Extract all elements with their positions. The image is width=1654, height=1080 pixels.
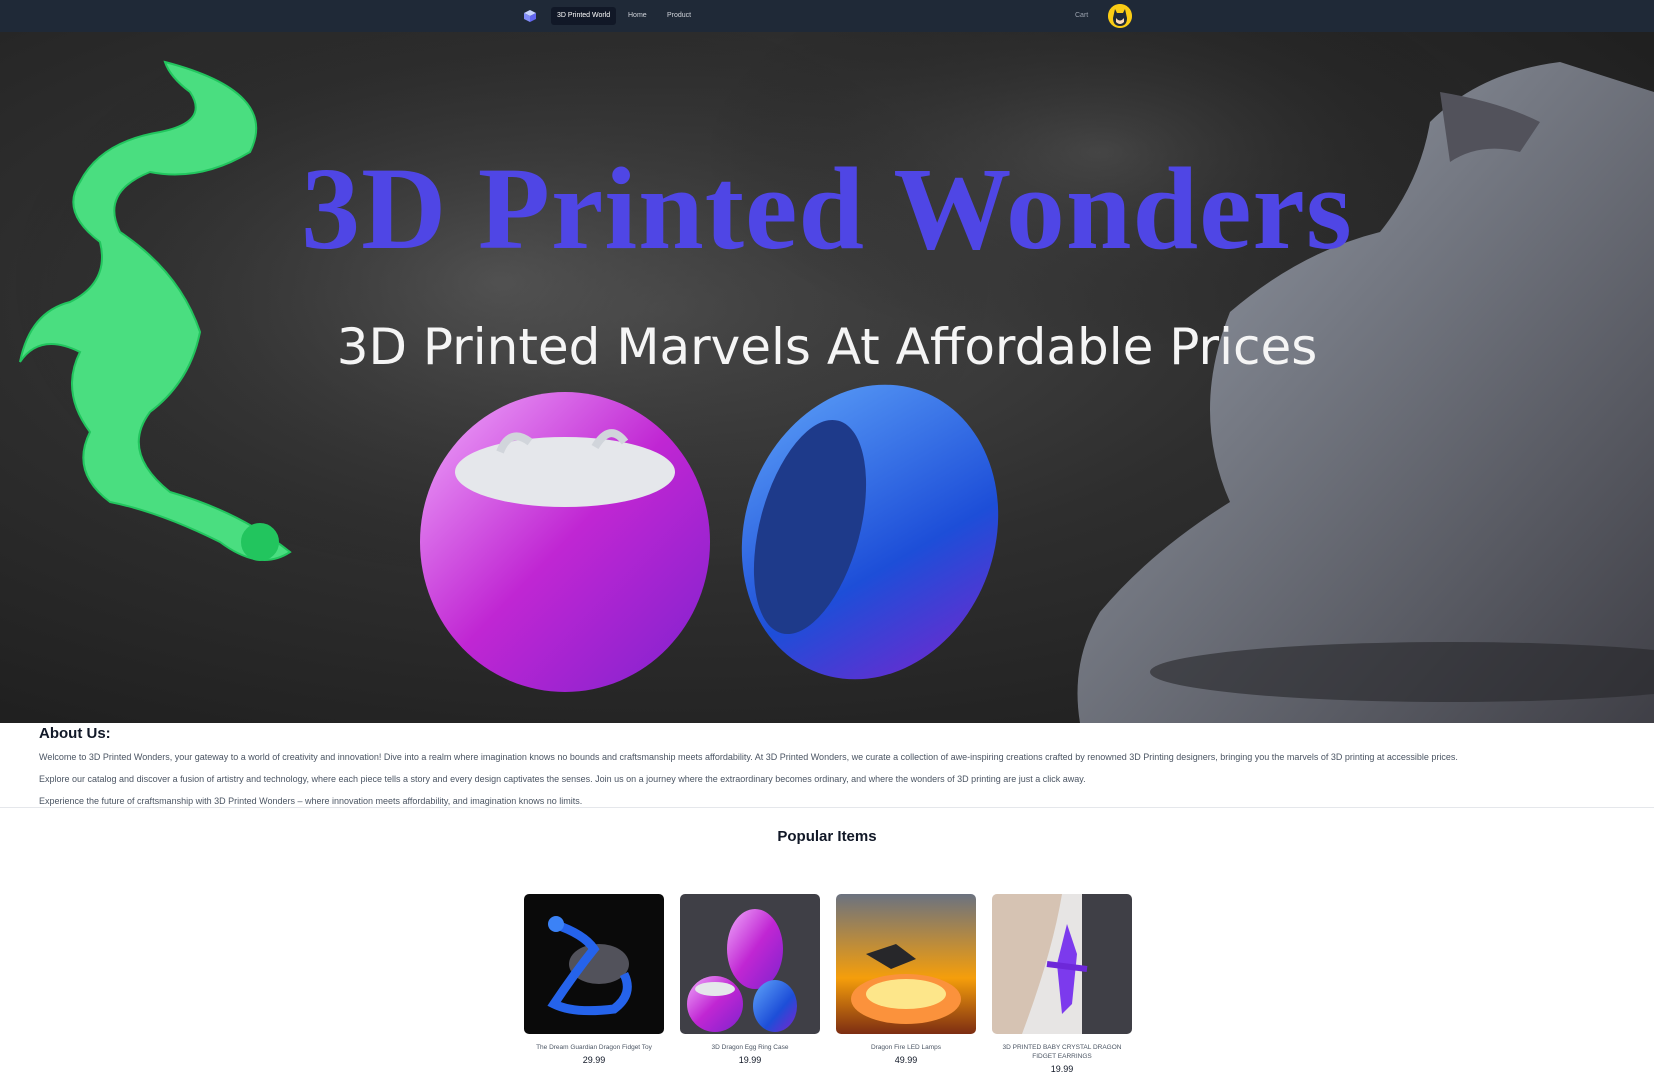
product-price: 19.99 [1050,1064,1074,1074]
about-paragraph: Explore our catalog and discover a fusio… [39,774,1086,784]
user-avatar-icon[interactable] [1108,4,1132,28]
product-card-egg-ring-case[interactable]: 3D Dragon Egg Ring Case 19.99 [680,894,820,1065]
product-price: 19.99 [738,1055,762,1065]
hero-banner: 3D Printed Wonders 3D Printed Marvels At… [0,32,1654,723]
about-paragraph: Experience the future of craftsmanship w… [39,796,583,806]
cube-logo-icon[interactable] [523,9,537,23]
nav-link-home[interactable]: Home [622,7,653,25]
product-name: 3D Dragon Egg Ring Case [711,1044,789,1051]
about-title: About Us: [39,725,111,742]
product-name: The Dream Guardian Dragon Fidget Toy [536,1044,652,1051]
product-card-dragon-fire-lamp[interactable]: Dragon Fire LED Lamps 49.99 [836,894,976,1065]
product-price: 29.99 [582,1055,606,1065]
product-name: Dragon Fire LED Lamps [870,1044,942,1051]
product-name: 3D PRINTED BABY CRYSTAL DRAGON FIDGET EA… [1002,1044,1122,1060]
cart-link[interactable]: Cart [1075,7,1088,25]
popular-items-title: Popular Items [777,828,877,845]
top-navbar: 3D Printed World Home Product Cart [0,0,1654,32]
dragon-egg-pink-figure [420,392,710,692]
product-card-dream-guardian[interactable]: The Dream Guardian Dragon Fidget Toy 29.… [524,894,664,1065]
nav-link-product[interactable]: Product [661,7,697,25]
product-image[interactable] [992,894,1132,1034]
product-image[interactable] [524,894,664,1034]
product-card-crystal-dragon-earrings[interactable]: 3D PRINTED BABY CRYSTAL DRAGON FIDGET EA… [992,894,1132,1074]
product-price: 49.99 [894,1055,918,1065]
navbar-content: 3D Printed World Home Product Cart [523,0,1133,32]
nav-link-brand[interactable]: 3D Printed World [551,7,617,25]
hero-title: 3D Printed Wonders [301,143,1353,274]
product-image[interactable] [836,894,976,1034]
product-image[interactable] [680,894,820,1034]
about-section: About Us: Welcome to 3D Printed Wonders,… [0,723,1654,808]
about-paragraph: Welcome to 3D Printed Wonders, your gate… [39,752,1458,762]
hero-subtitle: 3D Printed Marvels At Affordable Prices [336,318,1318,376]
